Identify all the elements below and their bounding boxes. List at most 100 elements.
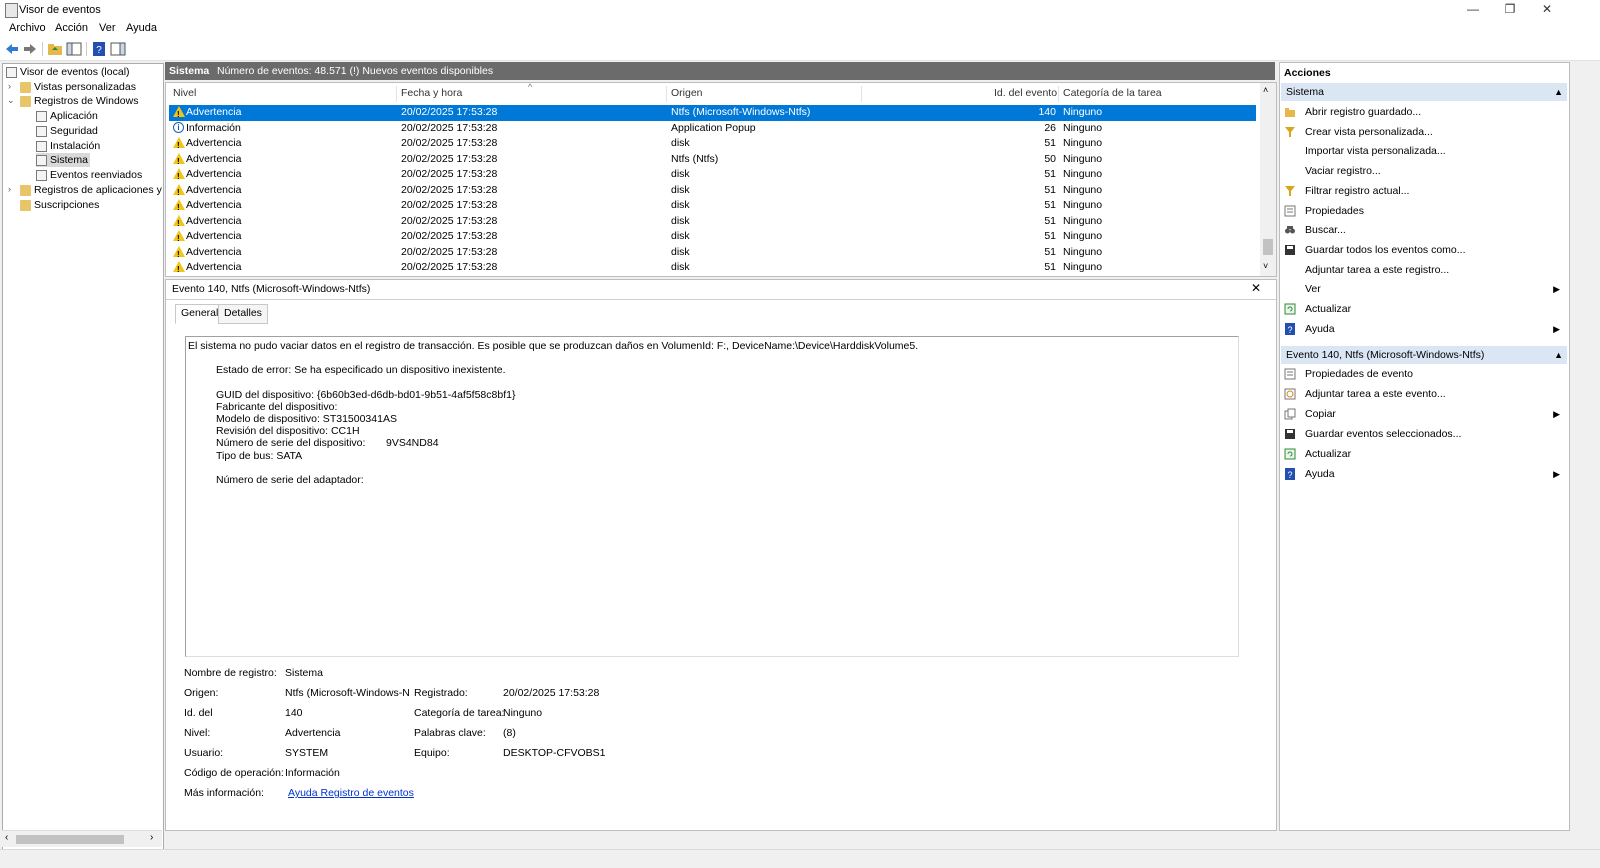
- tree-item-seguridad[interactable]: Seguridad: [36, 124, 98, 138]
- tab-general[interactable]: General: [175, 304, 225, 324]
- cell-id: 51: [1044, 245, 1056, 258]
- restore-button[interactable]: ❐: [1492, 0, 1528, 20]
- table-row[interactable]: Advertencia 20/02/2025 17:53:28 Ntfs (Ntfs…: [169, 152, 1256, 169]
- table-row[interactable]: Advertencia 20/02/2025 17:53:28 disk 51 Ning…: [169, 229, 1256, 246]
- tree-item-eventos-reenviados[interactable]: Eventos reenviados: [36, 168, 142, 182]
- svg-text:?: ?: [96, 45, 102, 56]
- collapse-icon[interactable]: ▲: [1554, 346, 1563, 364]
- action-label: Ayuda: [1305, 468, 1335, 480]
- more-info-link[interactable]: Ayuda Registro de eventos: [288, 787, 414, 799]
- actions-section-event[interactable]: Evento 140, Ntfs (Microsoft-Windows-Ntfs…: [1281, 346, 1567, 364]
- table-row[interactable]: Advertencia 20/02/2025 17:53:28 disk 51 Ning…: [169, 183, 1256, 200]
- chevron-down-icon[interactable]: ⌄: [7, 95, 15, 106]
- column-separator[interactable]: [666, 86, 667, 102]
- table-row[interactable]: Advertencia 20/02/2025 17:53:28 disk 51 Ning…: [169, 136, 1256, 153]
- tree-item-registros-windows[interactable]: Registros de Windows: [20, 94, 138, 108]
- action-item[interactable]: Adjuntar tarea a este registro...: [1284, 261, 1564, 279]
- scroll-down-icon[interactable]: ˅: [1263, 261, 1268, 271]
- minimize-button[interactable]: —: [1455, 0, 1491, 20]
- tree-item-instalacion[interactable]: Instalación: [36, 139, 100, 153]
- action-item[interactable]: Propiedades: [1284, 202, 1564, 220]
- action-item[interactable]: Ver ▶: [1284, 280, 1564, 298]
- tree-item-label: Registros de Windows: [34, 95, 139, 107]
- column-header-nivel[interactable]: Nivel: [173, 87, 196, 99]
- cell-category: Ninguno: [1063, 245, 1103, 258]
- event-message-box[interactable]: El sistema no pudo vaciar datos en el re…: [185, 336, 1239, 657]
- menu-ver[interactable]: Ver: [99, 22, 116, 34]
- action-item[interactable]: Copiar ▶: [1284, 405, 1564, 423]
- help-icon[interactable]: ?: [91, 41, 107, 57]
- action-item[interactable]: ? Ayuda ▶: [1284, 320, 1564, 338]
- back-arrow-icon[interactable]: [4, 41, 20, 57]
- cell-level: Advertencia: [186, 183, 242, 196]
- table-vertical-scrollbar[interactable]: ˄ ˅: [1260, 83, 1276, 276]
- folder-up-icon[interactable]: [47, 41, 63, 57]
- action-label: Actualizar: [1305, 303, 1352, 315]
- action-item[interactable]: Adjuntar tarea a este evento...: [1284, 385, 1564, 403]
- message-serial-value: 9VS4ND84: [386, 437, 439, 449]
- column-header-id[interactable]: Id. del evento: [994, 87, 1057, 99]
- close-detail-icon[interactable]: ✕: [1251, 281, 1261, 295]
- action-item[interactable]: Actualizar: [1284, 300, 1564, 318]
- column-separator[interactable]: [861, 86, 862, 102]
- tree-item-label: Registros de aplicaciones y s: [34, 184, 164, 196]
- scroll-thumb[interactable]: [1263, 239, 1273, 255]
- column-header-origen[interactable]: Origen: [671, 87, 703, 99]
- table-row[interactable]: Advertencia 20/02/2025 17:53:28 disk 51 Ning…: [169, 245, 1256, 262]
- action-item[interactable]: Filtrar registro actual...: [1284, 182, 1564, 200]
- action-item[interactable]: Vaciar registro...: [1284, 162, 1564, 180]
- chevron-right-icon[interactable]: ›: [8, 184, 11, 194]
- action-item[interactable]: Crear vista personalizada...: [1284, 123, 1564, 141]
- cell-id: 51: [1044, 183, 1056, 196]
- scroll-left-icon[interactable]: ‹: [5, 832, 8, 843]
- column-separator[interactable]: [396, 86, 397, 102]
- chevron-right-icon[interactable]: ›: [8, 81, 11, 91]
- column-header-categoria[interactable]: Categoría de la tarea: [1063, 87, 1162, 99]
- column-separator[interactable]: [1058, 86, 1059, 102]
- tree-item-vistas-personalizadas[interactable]: Vistas personalizadas: [20, 80, 136, 94]
- menu-accion[interactable]: Acción: [55, 22, 88, 34]
- menu-archivo[interactable]: Archivo: [9, 22, 46, 34]
- folder-icon: [20, 184, 31, 196]
- column-header-fecha[interactable]: Fecha y hora: [401, 87, 462, 99]
- actions-section-sistema[interactable]: Sistema ▲: [1281, 83, 1567, 101]
- filter-icon: [1285, 126, 1295, 137]
- action-item[interactable]: Abrir registro guardado...: [1284, 103, 1564, 121]
- scroll-right-icon[interactable]: ›: [150, 832, 153, 843]
- table-row[interactable]: Advertencia 20/02/2025 17:53:28 Ntfs (Micr…: [169, 105, 1256, 122]
- tree-horizontal-scrollbar[interactable]: ‹ ›: [2, 830, 162, 847]
- tab-detalles[interactable]: Detalles: [218, 304, 268, 324]
- tree-item-visor-local[interactable]: Visor de eventos (local): [6, 65, 130, 79]
- log-header-bar: Sistema Número de eventos: 48.571 (!) Nu…: [165, 62, 1275, 80]
- show-hide-action-pane-icon[interactable]: [110, 41, 126, 57]
- tree-item-suscripciones[interactable]: Suscripciones: [20, 198, 99, 212]
- warning-icon: [173, 245, 185, 262]
- table-row[interactable]: Advertencia 20/02/2025 17:53:28 disk 51 Ning…: [169, 167, 1256, 184]
- action-item[interactable]: ? Ayuda ▶: [1284, 465, 1564, 483]
- action-item[interactable]: Buscar...: [1284, 221, 1564, 239]
- action-item[interactable]: Importar vista personalizada...: [1284, 142, 1564, 160]
- action-item[interactable]: Guardar todos los eventos como...: [1284, 241, 1564, 259]
- cell-level: Advertencia: [186, 168, 242, 180]
- scroll-thumb[interactable]: [16, 835, 124, 844]
- action-label: Guardar eventos seleccionados...: [1305, 428, 1462, 440]
- table-row[interactable]: Advertencia 20/02/2025 17:53:28 disk 51 Ning…: [169, 214, 1256, 231]
- collapse-icon[interactable]: ▲: [1554, 83, 1563, 101]
- table-row[interactable]: Advertencia 20/02/2025 17:53:28 disk 51 Ning…: [169, 198, 1256, 215]
- close-window-button[interactable]: ✕: [1529, 0, 1565, 20]
- tree-item-aplicacion[interactable]: Aplicación: [36, 109, 98, 123]
- scroll-up-icon[interactable]: ˄: [1263, 85, 1268, 95]
- action-item[interactable]: Guardar eventos seleccionados...: [1284, 425, 1564, 443]
- forward-arrow-icon[interactable]: [22, 41, 38, 57]
- table-row[interactable]: i Información 20/02/2025 17:53:28 Applicati…: [169, 121, 1256, 137]
- tree-item-registros-aplicaciones[interactable]: Registros de aplicaciones y s: [20, 183, 164, 197]
- menu-ayuda[interactable]: Ayuda: [126, 22, 157, 34]
- table-row[interactable]: Advertencia 20/02/2025 17:53:28 disk 51 Ning…: [169, 260, 1256, 276]
- show-hide-tree-icon[interactable]: [66, 41, 82, 57]
- title-bar: Visor de eventos — ❐ ✕: [0, 0, 1600, 20]
- action-item[interactable]: Propiedades de evento: [1284, 365, 1564, 383]
- action-item[interactable]: Actualizar: [1284, 445, 1564, 463]
- action-label: Abrir registro guardado...: [1305, 106, 1422, 118]
- cell-source: disk: [671, 261, 690, 273]
- tree-item-sistema[interactable]: Sistema: [36, 153, 90, 167]
